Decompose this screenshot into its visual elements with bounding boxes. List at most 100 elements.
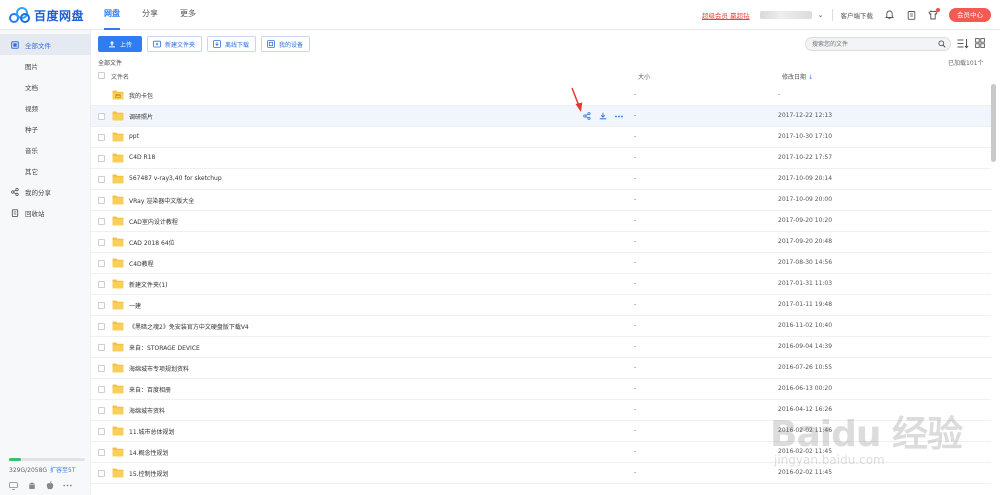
table-row[interactable]: 一建 - 2017-01-11 19:48 bbox=[91, 295, 991, 316]
file-name[interactable]: 15.控制性规划 bbox=[129, 469, 169, 478]
table-row[interactable]: 海绵城市专项规划资料 - 2016-07-26 10:55 bbox=[91, 358, 991, 379]
my-devices-label: 我的设备 bbox=[279, 41, 304, 49]
nav-more[interactable]: 更多 bbox=[180, 0, 196, 30]
table-row[interactable]: 来自：STORAGE DEVICE - 2016-09-04 14:39 bbox=[91, 337, 991, 358]
row-checkbox[interactable] bbox=[98, 344, 105, 351]
row-checkbox[interactable] bbox=[98, 134, 105, 141]
table-row[interactable]: 《黑暗之魂2》免安装官方中文硬盘版下载V4 - 2016-11-02 10:40 bbox=[91, 316, 991, 337]
search-icon[interactable] bbox=[938, 40, 946, 48]
file-name[interactable]: 海绵城市资料 bbox=[129, 406, 165, 415]
row-checkbox[interactable] bbox=[98, 407, 105, 414]
column-header-name[interactable]: 文件名 bbox=[111, 72, 129, 81]
file-name[interactable]: 11.城市总体规划 bbox=[129, 427, 175, 436]
row-checkbox[interactable] bbox=[98, 197, 105, 204]
app-logo[interactable]: 百度网盘 bbox=[9, 5, 84, 25]
file-name[interactable]: 一建 bbox=[129, 301, 141, 310]
file-name[interactable]: 来自：STORAGE DEVICE bbox=[129, 343, 200, 352]
row-checkbox[interactable] bbox=[98, 386, 105, 393]
clipboard-icon[interactable] bbox=[905, 9, 917, 21]
row-checkbox[interactable] bbox=[98, 155, 105, 162]
breadcrumb[interactable]: 全部文件 bbox=[98, 58, 122, 67]
download-icon[interactable] bbox=[599, 112, 607, 120]
row-checkbox[interactable] bbox=[98, 113, 105, 120]
client-download-link[interactable]: 客户端下载 bbox=[841, 10, 874, 20]
search-input[interactable] bbox=[812, 38, 932, 50]
file-modified-date: 2017-01-11 19:48 bbox=[778, 301, 833, 308]
row-checkbox[interactable] bbox=[98, 302, 105, 309]
shirt-icon[interactable] bbox=[927, 8, 940, 21]
sidebar-item-torrents[interactable]: 种子 bbox=[0, 118, 91, 139]
bell-icon[interactable] bbox=[883, 9, 895, 21]
nav-share[interactable]: 分享 bbox=[142, 0, 158, 30]
table-row[interactable]: CAD 2018 64位 - 2017-09-20 20:48 bbox=[91, 232, 991, 253]
file-name[interactable]: CAD 2018 64位 bbox=[129, 238, 175, 247]
offline-download-button[interactable]: 离线下载 bbox=[207, 36, 257, 52]
sidebar-item-images[interactable]: 图片 bbox=[0, 55, 91, 76]
table-row[interactable]: 新建文件夹(1) - 2017-01-31 11:03 bbox=[91, 274, 991, 295]
sidebar-item-other[interactable]: 其它 bbox=[0, 160, 91, 181]
column-header-modified[interactable]: 修改日期 ↓ bbox=[782, 72, 813, 81]
more-options-icon[interactable] bbox=[615, 112, 623, 120]
table-row[interactable]: C4D R18 - 2017-10-22 17:57 bbox=[91, 148, 991, 169]
sidebar-item-my-shares[interactable]: 我的分享 bbox=[0, 181, 91, 202]
more-icon[interactable] bbox=[63, 481, 72, 490]
share-icon[interactable] bbox=[583, 112, 591, 120]
table-row[interactable]: VRay 渲染器中文版大全 - 2017-10-09 20:00 bbox=[91, 190, 991, 211]
sidebar-item-all-files[interactable]: 全部文件 bbox=[0, 34, 91, 55]
row-checkbox[interactable] bbox=[98, 281, 105, 288]
file-name[interactable]: 调研照片 bbox=[129, 112, 153, 121]
storage-quota-fill bbox=[9, 458, 22, 461]
username-blurred[interactable] bbox=[759, 11, 812, 19]
sidebar-item-recycle-bin[interactable]: 回收站 bbox=[0, 202, 91, 223]
row-checkbox[interactable] bbox=[98, 323, 105, 330]
row-checkbox[interactable] bbox=[98, 260, 105, 267]
sort-list-icon[interactable] bbox=[957, 38, 969, 49]
table-row[interactable]: ppt - 2017-10-30 17:10 bbox=[91, 127, 991, 148]
android-icon[interactable] bbox=[27, 481, 36, 490]
scrollbar[interactable] bbox=[991, 84, 996, 162]
table-row[interactable]: C4D教程 - 2017-08-30 14:56 bbox=[91, 253, 991, 274]
row-checkbox[interactable] bbox=[98, 239, 105, 246]
upload-button[interactable]: 上传 bbox=[98, 36, 143, 52]
column-header-size[interactable]: 大小 bbox=[638, 72, 650, 81]
sidebar-item-music[interactable]: 音乐 bbox=[0, 139, 91, 160]
table-row[interactable]: 我的卡包 - - bbox=[91, 85, 991, 106]
expand-storage-link[interactable]: 扩容至5T bbox=[50, 467, 75, 474]
row-checkbox[interactable] bbox=[98, 218, 105, 225]
folder-icon bbox=[112, 111, 124, 121]
file-name[interactable]: C4D R18 bbox=[129, 154, 155, 161]
file-name[interactable]: 新建文件夹(1) bbox=[129, 280, 168, 289]
vip-center-button[interactable]: 会员中心 bbox=[949, 8, 991, 22]
sidebar-item-videos[interactable]: 视频 bbox=[0, 97, 91, 118]
apple-icon[interactable] bbox=[45, 481, 54, 490]
file-name[interactable]: VRay 渲染器中文版大全 bbox=[129, 196, 194, 205]
table-row[interactable]: 567487 v-ray3,40 for sketchup - 2017-10-09… bbox=[91, 169, 991, 190]
file-name[interactable]: 海绵城市专项规划资料 bbox=[129, 364, 189, 373]
sidebar-item-docs[interactable]: 文档 bbox=[0, 76, 91, 97]
my-devices-button[interactable]: 我的设备 bbox=[261, 36, 311, 52]
file-name[interactable]: 我的卡包 bbox=[129, 91, 153, 100]
file-name[interactable]: ppt bbox=[129, 133, 139, 140]
vip-promo-link[interactable]: 超级会员 赢超钻 bbox=[702, 10, 750, 20]
file-name[interactable]: 《黑暗之魂2》免安装官方中文硬盘版下载V4 bbox=[129, 322, 249, 331]
row-checkbox[interactable] bbox=[98, 428, 105, 435]
file-name[interactable]: C4D教程 bbox=[129, 259, 154, 268]
desktop-icon[interactable] bbox=[9, 481, 18, 490]
file-name[interactable]: CAD室内设计教程 bbox=[129, 217, 178, 226]
select-all-checkbox[interactable] bbox=[98, 72, 105, 79]
nav-netdisk[interactable]: 网盘 bbox=[104, 0, 120, 30]
file-modified-date: 2016-06-13 00:20 bbox=[778, 385, 833, 392]
row-checkbox[interactable] bbox=[98, 470, 105, 477]
row-checkbox[interactable] bbox=[98, 176, 105, 183]
row-checkbox[interactable] bbox=[98, 449, 105, 456]
table-row[interactable]: 来自：百度相册 - 2016-06-13 00:20 bbox=[91, 379, 991, 400]
file-name[interactable]: 来自：百度相册 bbox=[129, 385, 171, 394]
chevron-down-icon[interactable]: ⌄ bbox=[818, 11, 824, 19]
grid-view-icon[interactable] bbox=[975, 38, 985, 48]
file-name[interactable]: 14.概念性规划 bbox=[129, 448, 169, 457]
row-checkbox[interactable] bbox=[98, 365, 105, 372]
table-row[interactable]: 调研照片 - 2017-12-22 12:13 bbox=[91, 106, 991, 127]
new-folder-button[interactable]: 新建文件夹 bbox=[147, 36, 203, 52]
file-name[interactable]: 567487 v-ray3,40 for sketchup bbox=[129, 175, 222, 182]
table-row[interactable]: CAD室内设计教程 - 2017-09-20 10:20 bbox=[91, 211, 991, 232]
